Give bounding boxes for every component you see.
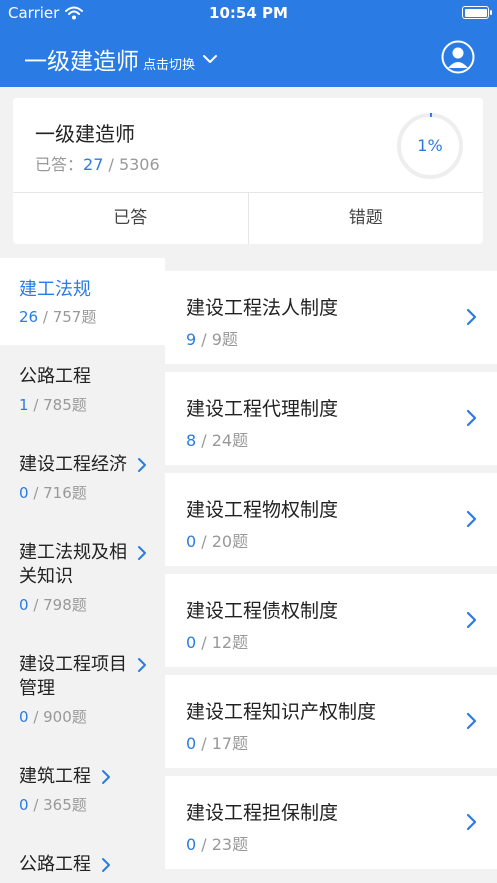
sidebar-item-label: 建筑工程 — [19, 766, 91, 787]
chapter-title: 建设工程代理制度 — [186, 398, 339, 420]
chapter-list: 建设工程法人制度 9 / 9题 建设工程代理制度 8 / 24题 建设工程物权制… — [165, 258, 497, 883]
sidebar-item-count: 0 / 900题 — [19, 708, 87, 726]
chevron-down-icon — [203, 55, 218, 63]
chapter-count: 0 / 23题 — [186, 835, 249, 854]
chevron-right-icon — [138, 546, 146, 560]
nav-title: 一级建造师 — [24, 49, 139, 75]
chevron-right-icon — [466, 813, 477, 831]
sidebar-item-count: 0 / 798题 — [19, 596, 87, 614]
battery-icon — [462, 6, 492, 19]
chapter-count: 8 / 24题 — [186, 431, 249, 450]
chapter-count: 0 / 20题 — [186, 532, 249, 551]
chevron-right-icon — [466, 308, 477, 326]
chapter-title: 建设工程法人制度 — [186, 297, 339, 319]
sidebar-item-label: 公路工程 — [19, 366, 91, 387]
chapter-row[interactable]: 建设工程法人制度 9 / 9题 — [165, 271, 497, 364]
summary-tabs: 已答 错题 — [13, 192, 483, 244]
progress-label: 1% — [417, 136, 443, 155]
sidebar-item-gonglugongcheng-2[interactable]: 公路工程 — [0, 833, 165, 883]
chapter-count: 0 / 12题 — [186, 633, 249, 652]
summary-card: 一级建造师 已答：27 / 5306 1% 已答 错题 — [13, 98, 483, 244]
chapter-count: 9 / 9题 — [186, 330, 238, 349]
chevron-right-icon — [466, 712, 477, 730]
nav-bar: 一级建造师 点击切换 — [0, 26, 497, 87]
sidebar-item-jianzhu[interactable]: 建筑工程 0 / 365题 — [0, 745, 165, 833]
chapter-row[interactable]: 建设工程代理制度 8 / 24题 — [165, 372, 497, 465]
sidebar-item-label: 建设工程经济 — [19, 454, 127, 475]
status-bar: Carrier 10:54 PM — [0, 0, 497, 26]
switch-hint: 点击切换 — [143, 58, 196, 73]
clock: 10:54 PM — [209, 4, 288, 22]
chevron-right-icon — [138, 458, 146, 472]
chapter-title: 建设工程担保制度 — [186, 802, 339, 824]
sidebar-item-xiangmu-guanli[interactable]: 建设工程项目管理 0 / 900题 — [0, 633, 165, 745]
sidebar-item-jingji[interactable]: 建设工程经济 0 / 716题 — [0, 433, 165, 521]
stats-separator: / — [103, 155, 119, 174]
total-count: 5306 — [118, 155, 160, 174]
subject-sidebar: 建工法规 26 / 757题 公路工程 1 / 785题 建设工程经济 0 / … — [0, 258, 165, 883]
chapter-row[interactable]: 建设工程物权制度 0 / 20题 — [165, 473, 497, 566]
sidebar-item-count: 0 / 365题 — [19, 796, 87, 814]
sidebar-item-count: 0 / 716题 — [19, 484, 87, 502]
chevron-right-icon — [102, 770, 110, 784]
chevron-right-icon — [102, 858, 110, 872]
sidebar-item-fagui-xiangguan[interactable]: 建工法规及相关知识 0 / 798题 — [0, 521, 165, 633]
chapter-row[interactable]: 建设工程知识产权制度 0 / 17题 — [165, 675, 497, 768]
chevron-right-icon — [466, 510, 477, 528]
chapter-count: 0 / 17题 — [186, 734, 249, 753]
sidebar-item-count: 1 / 785题 — [19, 396, 87, 414]
tab-wrong-questions[interactable]: 错题 — [247, 193, 484, 244]
answered-stats: 已答：27 / 5306 — [35, 151, 160, 175]
sidebar-item-count: 26 / 757题 — [19, 308, 97, 326]
answered-count: 27 — [83, 155, 104, 174]
sidebar-item-gonglugongcheng[interactable]: 公路工程 1 / 785题 — [0, 345, 165, 433]
summary-title: 一级建造师 — [35, 122, 135, 146]
chevron-right-icon — [466, 409, 477, 427]
answered-label: 已答： — [35, 155, 84, 174]
chapter-title: 建设工程知识产权制度 — [186, 701, 377, 723]
chapter-title: 建设工程债权制度 — [186, 600, 339, 622]
sidebar-item-label: 建工法规 — [19, 279, 91, 300]
sidebar-item-label: 建设工程项目管理 — [19, 654, 127, 699]
sidebar-item-label: 公路工程 — [19, 854, 91, 875]
sidebar-item-jiangongfagui[interactable]: 建工法规 26 / 757题 — [0, 258, 165, 345]
sidebar-item-label: 建工法规及相关知识 — [19, 542, 127, 587]
chapter-row[interactable]: 建设工程债权制度 0 / 12题 — [165, 574, 497, 667]
chapter-title: 建设工程物权制度 — [186, 499, 339, 521]
chevron-right-icon — [466, 611, 477, 629]
tab-answered[interactable]: 已答 — [13, 193, 248, 244]
chevron-right-icon — [138, 658, 146, 672]
exam-switcher[interactable]: 一级建造师 点击切换 — [24, 42, 219, 76]
chapter-row[interactable]: 建设工程担保制度 0 / 23题 — [165, 776, 497, 869]
profile-icon[interactable] — [441, 40, 475, 74]
